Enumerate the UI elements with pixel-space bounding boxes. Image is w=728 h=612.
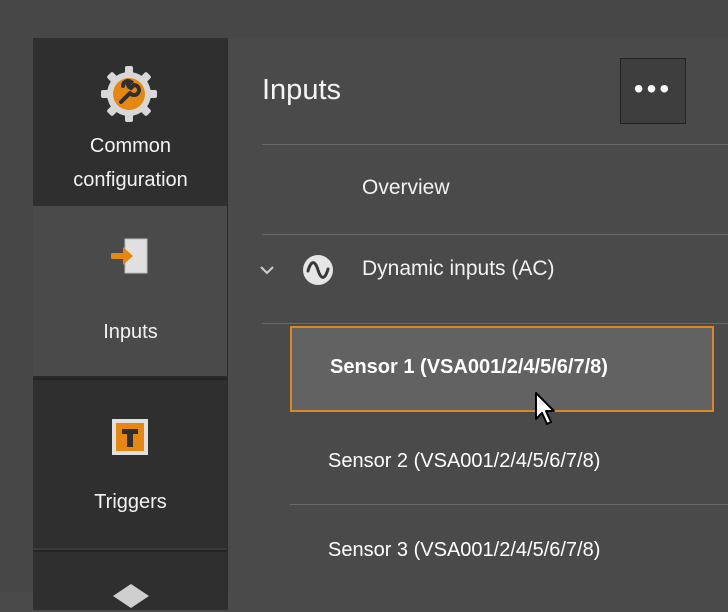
sidebar-item-label: Inputs [103,321,158,343]
chevron-down-icon[interactable] [258,263,276,277]
sensor-item-2[interactable]: Sensor 2 (VSA001/2/4/5/6/7/8) [290,416,714,502]
sidebar-item-inputs[interactable]: Inputs [33,206,228,378]
wrench-gear-icon [101,66,157,122]
sensor-label: Sensor 3 (VSA001/2/4/5/6/7/8) [328,539,601,561]
sidebar-item-more[interactable] [33,550,228,610]
input-arrow-icon [111,238,148,274]
sidebar-item-label: Triggers [94,491,167,513]
sensor-label: Sensor 1 (VSA001/2/4/5/6/7/8) [330,356,608,378]
more-options-button[interactable]: ••• [620,58,686,124]
window-left-frame [0,0,33,592]
sidebar-item-common-configuration[interactable]: Common configuration [33,38,228,206]
more-dots-icon: ••• [633,73,673,104]
page-title: Inputs [262,74,341,106]
mouse-pointer-icon [535,392,555,425]
inputs-panel: Inputs ••• Overview Dynamic inputs (AC) … [228,38,728,592]
ac-sine-icon [303,255,333,285]
divider [290,504,728,505]
divider [262,323,728,324]
sensor-label: Sensor 2 (VSA001/2/4/5/6/7/8) [328,450,601,472]
divider [262,234,728,235]
divider [262,144,728,145]
sidebar-item-triggers[interactable]: Triggers [33,378,228,548]
trigger-t-icon [112,419,148,455]
sensor-item-3[interactable]: Sensor 3 (VSA001/2/4/5/6/7/8) [290,508,714,594]
sidebar-item-label: configuration [73,169,188,191]
window-top-frame [0,0,728,38]
sidebar-item-label: Common [89,135,172,157]
sensor-item-1[interactable]: Sensor 1 (VSA001/2/4/5/6/7/8) [290,326,714,412]
sidebar: Common configuration Inputs Triggers [33,38,228,610]
overview-item[interactable]: Overview [362,176,450,200]
layers-icon [113,584,149,608]
group-dynamic-inputs[interactable]: Dynamic inputs (AC) [362,257,555,281]
